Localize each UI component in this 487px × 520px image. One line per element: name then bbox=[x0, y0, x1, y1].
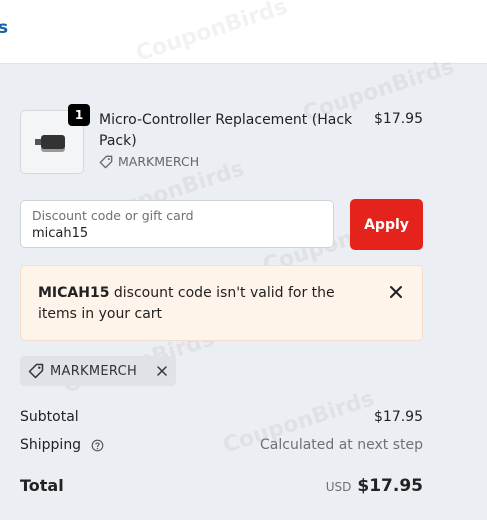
discount-field[interactable]: Discount code or gift card bbox=[20, 200, 334, 248]
remove-code-icon[interactable] bbox=[156, 365, 168, 377]
discount-input[interactable] bbox=[32, 226, 312, 241]
applied-code-chip: MARKMERCH bbox=[20, 356, 176, 386]
subtotal-label: Subtotal bbox=[20, 409, 79, 425]
tag-icon bbox=[99, 155, 113, 168]
product-discount-tag: MARKMERCH bbox=[99, 154, 199, 169]
shipping-value: Calculated at next step bbox=[260, 437, 423, 453]
shipping-row: Shipping Calculated at next step bbox=[20, 437, 423, 453]
alert-code: MICAH15 bbox=[38, 285, 110, 301]
total-label: Total bbox=[20, 476, 64, 495]
total-value: $17.95 bbox=[357, 476, 423, 496]
product-price: $17.95 bbox=[374, 111, 423, 127]
close-icon[interactable] bbox=[388, 284, 404, 300]
quantity-badge: 1 bbox=[68, 104, 90, 126]
breadcrumb-fragment[interactable]: s bbox=[0, 18, 8, 38]
shipping-label-wrap: Shipping bbox=[20, 437, 104, 453]
alert-message: MICAH15 discount code isn't valid for th… bbox=[38, 283, 358, 325]
applied-code-label: MARKMERCH bbox=[50, 363, 138, 379]
help-icon[interactable] bbox=[91, 439, 104, 452]
micro-controller-image bbox=[35, 135, 65, 149]
shipping-label: Shipping bbox=[20, 437, 82, 453]
subtotal-value: $17.95 bbox=[374, 409, 423, 425]
product-discount-tag-label: MARKMERCH bbox=[118, 154, 200, 169]
apply-button[interactable]: Apply bbox=[350, 199, 423, 250]
invalid-code-alert: MICAH15 discount code isn't valid for th… bbox=[20, 265, 423, 341]
currency: USD bbox=[325, 480, 352, 494]
total-row: Total USD $17.95 bbox=[20, 476, 423, 496]
tag-icon bbox=[28, 363, 44, 379]
total-value-wrap: USD $17.95 bbox=[326, 476, 423, 496]
discount-field-label: Discount code or gift card bbox=[32, 208, 194, 223]
top-bar: s bbox=[0, 0, 487, 64]
product-name: Micro-Controller Replacement (Hack Pack) bbox=[99, 112, 353, 149]
subtotal-row: Subtotal $17.95 bbox=[20, 409, 423, 425]
